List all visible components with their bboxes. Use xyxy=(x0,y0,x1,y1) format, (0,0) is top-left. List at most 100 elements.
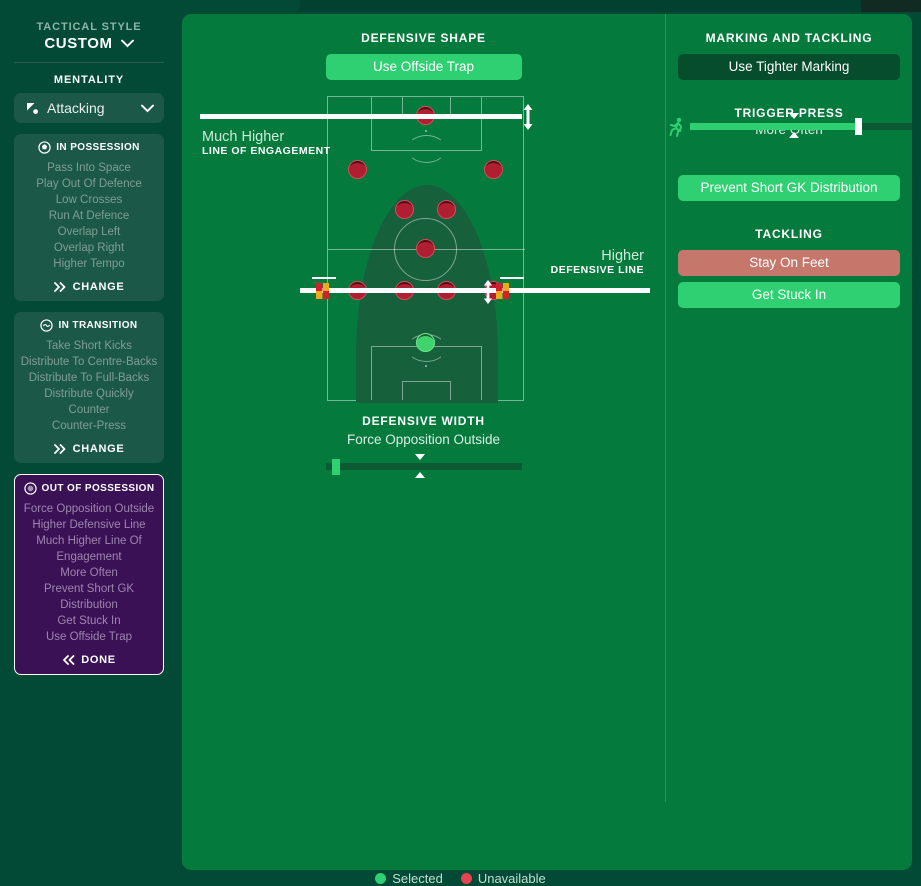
slider-fill xyxy=(690,123,859,130)
list-item: Distribute Quickly xyxy=(44,388,134,400)
list-item: Play Out Of Defence xyxy=(36,178,142,190)
list-item: More Often xyxy=(60,567,118,579)
defensive-line-flag-right xyxy=(496,283,509,299)
list-item: Pass Into Space xyxy=(47,162,131,174)
in-possession-change-button[interactable]: CHANGE xyxy=(20,281,158,293)
top-bar-left-tab xyxy=(0,0,300,12)
penalty-arc xyxy=(407,135,446,163)
list-item: Higher Defensive Line xyxy=(32,519,146,531)
list-item: Overlap Left xyxy=(57,226,121,238)
list-item: Much Higher Line Of xyxy=(36,535,142,547)
list-item: Use Offside Trap xyxy=(45,631,133,643)
out-of-possession-panel[interactable]: OUT OF POSSESSION Force Opposition Outsi… xyxy=(14,474,164,675)
slider-marker-top xyxy=(415,454,426,460)
slider-handle[interactable] xyxy=(854,118,862,135)
player-token-left-wide[interactable] xyxy=(347,160,367,180)
line-of-engagement-labels: Much Higher LINE OF ENGAGEMENT xyxy=(202,129,331,157)
defensive-line-bar[interactable] xyxy=(300,288,650,293)
legend-label-selected: Selected xyxy=(392,870,443,886)
slider-handle[interactable] xyxy=(331,458,340,475)
stay-on-feet-button[interactable]: Stay On Feet xyxy=(678,250,900,276)
mentality-selector[interactable]: Attacking xyxy=(14,93,164,123)
line-of-engagement-label: LINE OF ENGAGEMENT xyxy=(202,145,331,157)
pitch-column: DEFENSIVE SHAPE Use Offside Trap Much Hi… xyxy=(182,14,665,514)
list-item: Counter-Press xyxy=(51,420,127,432)
get-stuck-in-button[interactable]: Get Stuck In xyxy=(678,282,900,308)
in-transition-change-label: CHANGE xyxy=(72,443,125,455)
in-transition-change-button[interactable]: CHANGE xyxy=(20,443,158,455)
six-yard-box-line xyxy=(450,97,451,115)
pitch-diagram[interactable] xyxy=(327,96,525,403)
prevent-short-gk-distribution-button[interactable]: Prevent Short GK Distribution xyxy=(678,175,900,201)
sidebar-divider xyxy=(14,62,164,63)
out-of-possession-done-button[interactable]: DONE xyxy=(21,654,157,666)
in-transition-panel[interactable]: IN TRANSITION Take Short Kicks Distribut… xyxy=(14,312,164,463)
six-yard-box-line xyxy=(402,382,403,400)
legend-dot-selected xyxy=(375,872,387,884)
defensive-line-label: DEFENSIVE LINE xyxy=(550,264,644,276)
chevron-down-icon xyxy=(120,39,134,48)
use-offside-trap-button[interactable]: Use Offside Trap xyxy=(325,54,522,80)
line-of-engagement-bar[interactable] xyxy=(200,114,522,119)
list-item: Higher Tempo xyxy=(53,258,125,270)
in-possession-header: IN POSSESSION xyxy=(20,141,158,154)
double-chevron-left-icon xyxy=(63,655,75,665)
tactics-main-panel: DEFENSIVE SHAPE Use Offside Trap Much Hi… xyxy=(182,14,912,870)
tactical-style-value: CUSTOM xyxy=(44,35,113,52)
tactical-style-selector[interactable]: CUSTOM xyxy=(0,35,178,52)
mentality-value: Attacking xyxy=(47,100,105,116)
list-item: Take Short Kicks xyxy=(46,340,132,352)
transition-circle-icon xyxy=(40,319,54,332)
tactics-sidebar: TACTICAL STYLE CUSTOM MENTALITY Attackin… xyxy=(0,12,178,886)
slider-marker-top xyxy=(789,113,800,119)
vertical-drag-arrow-icon[interactable] xyxy=(521,104,535,130)
double-chevron-right-icon xyxy=(53,444,65,454)
top-bar xyxy=(0,0,921,12)
slider-marker-bottom xyxy=(789,132,800,138)
player-token-goalkeeper[interactable] xyxy=(416,332,435,352)
legend-item-selected: Selected xyxy=(375,871,443,886)
defensive-line-value: Higher xyxy=(601,248,644,264)
chevron-down-icon xyxy=(141,104,154,112)
slider-marker-bottom xyxy=(415,472,426,478)
in-possession-change-label: CHANGE xyxy=(72,281,125,293)
defensive-shape-title: DEFENSIVE SHAPE xyxy=(361,31,486,45)
slider-track xyxy=(326,463,522,470)
defensive-width-slider[interactable] xyxy=(326,454,522,478)
six-yard-box-line xyxy=(402,381,451,382)
player-token-central-mid[interactable] xyxy=(416,239,435,258)
in-transition-title: IN TRANSITION xyxy=(58,320,138,331)
player-token-right-wide[interactable] xyxy=(484,160,504,180)
defensive-width-value: Force Opposition Outside xyxy=(346,432,501,447)
tackling-title: TACKLING xyxy=(755,227,823,241)
vertical-drag-arrow-icon[interactable] xyxy=(481,280,495,304)
in-transition-header: IN TRANSITION xyxy=(20,319,158,332)
penalty-box-line xyxy=(371,97,372,150)
list-item: Distribution xyxy=(60,599,118,611)
trigger-press-slider[interactable] xyxy=(668,113,912,138)
list-item: Distribute To Centre-Backs xyxy=(20,356,158,368)
defensive-width-title: DEFENSIVE WIDTH xyxy=(362,414,485,428)
double-chevron-right-icon xyxy=(53,282,65,292)
in-possession-title: IN POSSESSION xyxy=(56,142,140,153)
use-tighter-marking-button[interactable]: Use Tighter Marking xyxy=(678,54,900,80)
list-item: Prevent Short GK xyxy=(43,583,135,595)
six-yard-box-line xyxy=(450,382,451,400)
options-column: MARKING AND TACKLING Use Tighter Marking… xyxy=(666,14,912,514)
line-of-engagement-value: Much Higher xyxy=(202,129,285,145)
list-item: Get Stuck In xyxy=(57,615,121,627)
in-possession-panel[interactable]: IN POSSESSION Pass Into Space Play Out O… xyxy=(14,134,164,301)
player-token-right-centre-mid[interactable] xyxy=(437,199,457,219)
out-of-possession-header: OUT OF POSSESSION xyxy=(21,482,157,495)
player-token-left-centre-mid[interactable] xyxy=(394,199,414,219)
penalty-box-line xyxy=(481,347,482,400)
list-item: Distribute To Full-Backs xyxy=(28,372,150,384)
penalty-spot xyxy=(425,130,427,132)
legend: Selected Unavailable xyxy=(0,870,921,886)
list-item: Overlap Right xyxy=(53,242,125,254)
penalty-spot xyxy=(425,365,427,367)
marking-and-tackling-title: MARKING AND TACKLING xyxy=(705,31,873,45)
list-item: Run At Defence xyxy=(48,210,130,222)
penalty-box-line xyxy=(481,97,482,150)
six-yard-box-line xyxy=(402,97,403,115)
